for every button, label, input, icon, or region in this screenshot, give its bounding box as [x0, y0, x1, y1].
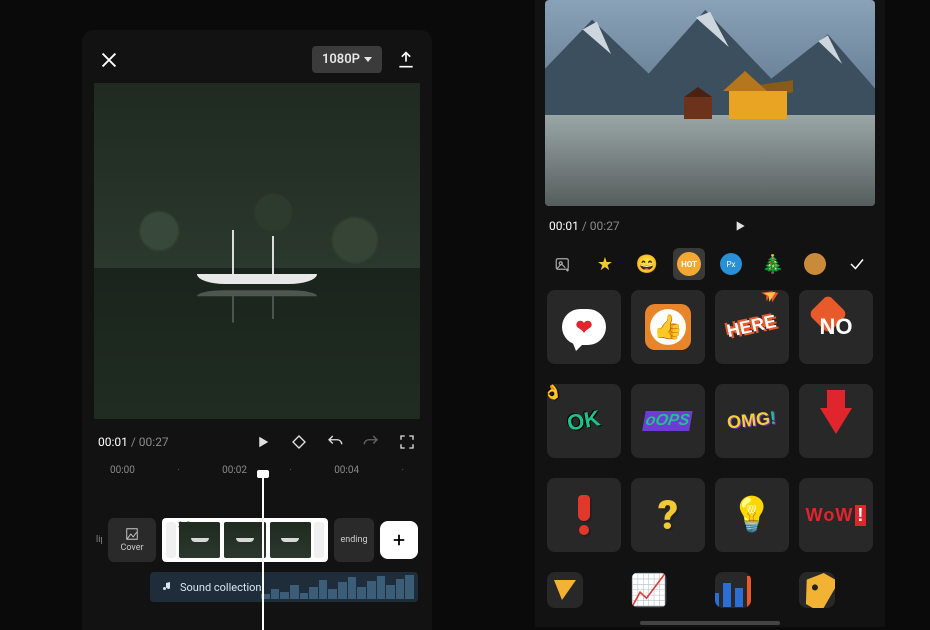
- video-track: lip Cover 3.0s ending: [96, 518, 418, 562]
- sticker-omg[interactable]: OMG: [715, 384, 789, 458]
- add-clip-button[interactable]: [380, 521, 418, 559]
- sticker-oops[interactable]: oOPS: [631, 384, 705, 458]
- clip-thumbnail: [179, 522, 220, 558]
- time-display: 00:01 / 00:27: [98, 435, 169, 449]
- sticker-no[interactable]: NO: [799, 290, 873, 364]
- editor-panel: 1080P 00:01 / 00:27: [82, 30, 432, 630]
- clip-thumbnail: [270, 522, 311, 558]
- cover-label: Cover: [120, 543, 143, 553]
- play-icon[interactable]: [254, 433, 272, 451]
- sticker-player-bar: 00:01 / 00:27: [535, 206, 885, 242]
- resolution-button[interactable]: 1080P: [312, 46, 382, 73]
- sticker-panel: 00:01 / 00:27 ★ 😄 HOT Px 🎄 ❤ 👍: [535, 0, 885, 627]
- sticker-here[interactable]: HERE: [715, 290, 789, 364]
- resolution-label: 1080P: [322, 52, 360, 67]
- clip-handle-right[interactable]: [314, 522, 324, 558]
- cover-button[interactable]: Cover: [108, 518, 156, 562]
- sticker-tag[interactable]: [799, 572, 835, 608]
- time-display: 00:01 / 00:27: [549, 219, 620, 233]
- time-total: 00:27: [590, 219, 620, 233]
- sticker-bolt[interactable]: [547, 572, 583, 608]
- sticker-growth[interactable]: 📈: [631, 572, 667, 608]
- ending-clip[interactable]: ending: [334, 518, 374, 562]
- play-icon[interactable]: [732, 218, 748, 234]
- cat-coin-icon[interactable]: [799, 248, 831, 280]
- redo-icon[interactable]: [362, 433, 380, 451]
- time-current: 00:01: [549, 219, 579, 233]
- preview-scene: [94, 83, 420, 419]
- ruler-mark: 00:00: [110, 465, 135, 476]
- clip-thumbnail: [224, 522, 265, 558]
- sticker-preview[interactable]: [545, 0, 875, 206]
- fullscreen-icon[interactable]: [398, 433, 416, 451]
- yellow-house: [723, 73, 793, 119]
- ending-label: ending: [340, 535, 367, 545]
- time-current: 00:01: [98, 435, 128, 449]
- video-preview[interactable]: [94, 83, 420, 419]
- sticker-nice-thumb[interactable]: 👍: [631, 290, 705, 364]
- top-right-controls: 1080P: [312, 46, 416, 73]
- sticker-bulb[interactable]: 💡: [715, 478, 789, 552]
- clip-handle-left[interactable]: [166, 522, 176, 558]
- sound-label: Sound collection: [180, 581, 261, 594]
- editor-top-bar: 1080P: [82, 30, 432, 83]
- close-icon[interactable]: [98, 49, 120, 71]
- clip-truncated-left: lip: [96, 535, 102, 545]
- sticker-arrow-down[interactable]: [799, 384, 873, 458]
- cat-hot-icon[interactable]: HOT: [673, 248, 705, 280]
- video-clip[interactable]: 3.0s: [162, 518, 328, 562]
- chevron-down-icon: [364, 57, 372, 62]
- undo-icon[interactable]: [326, 433, 344, 451]
- confirm-icon[interactable]: [841, 248, 873, 280]
- sticker-question[interactable]: ?: [631, 478, 705, 552]
- playhead[interactable]: [262, 476, 264, 630]
- cat-star-icon[interactable]: ★: [589, 248, 621, 280]
- sticker-exclaim[interactable]: [547, 478, 621, 552]
- ruler-mark: 00:04: [334, 465, 359, 476]
- player-bar: 00:01 / 00:27: [82, 419, 432, 461]
- sound-collection-button[interactable]: Sound collection: [150, 572, 418, 602]
- ruler-mark: 00:02: [222, 465, 247, 476]
- cat-holiday-icon[interactable]: 🎄: [757, 248, 789, 280]
- audio-track: Sound collection: [96, 572, 418, 602]
- sticker-category-row: ★ 😄 HOT Px 🎄: [535, 242, 885, 290]
- sticker-wow[interactable]: WoW!: [799, 478, 873, 552]
- timeline[interactable]: lip Cover 3.0s ending: [82, 476, 432, 602]
- export-icon[interactable]: [396, 50, 416, 70]
- sticker-bars[interactable]: [715, 572, 751, 608]
- small-house: [684, 97, 712, 119]
- cat-pixel-icon[interactable]: Px: [715, 248, 747, 280]
- keyframe-icon[interactable]: [290, 433, 308, 451]
- scroll-indicator: [640, 621, 780, 625]
- sticker-grid: ❤ 👍 HERE NO OK oOPS OMG ? 💡: [535, 290, 885, 627]
- sticker-heart-bubble[interactable]: ❤: [547, 290, 621, 364]
- sticker-ok[interactable]: OK: [547, 384, 621, 458]
- cat-emoji-icon[interactable]: 😄: [631, 248, 663, 280]
- cat-add-image-icon[interactable]: [547, 248, 579, 280]
- waveform: [257, 572, 418, 602]
- time-total: 00:27: [139, 435, 169, 449]
